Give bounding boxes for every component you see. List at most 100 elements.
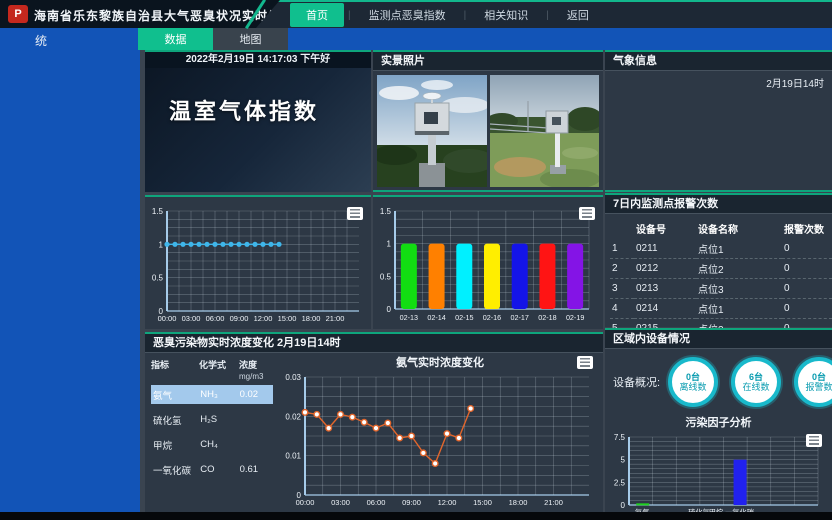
odor-row[interactable]: 氨气NH₃0.02 xyxy=(151,385,273,404)
svg-text:18:00: 18:00 xyxy=(302,314,321,323)
svg-text:5: 5 xyxy=(621,456,626,465)
greenhouse-banner: 温室气体指数 xyxy=(145,68,371,192)
table-row: 30213点位30 xyxy=(610,279,832,299)
table-row: 20212点位20 xyxy=(610,259,832,279)
svg-text:09:00: 09:00 xyxy=(230,314,249,323)
col-device-id: 设备号 xyxy=(634,218,696,239)
panel-odor-concentration: 恶臭污染物实时浓度变化 2月19日14时 指标 化学式 浓度 mg/m3 氨气N… xyxy=(145,332,603,512)
alarm-count-badge: 0台 报警数 xyxy=(794,357,832,407)
svg-text:03:00: 03:00 xyxy=(331,498,350,507)
ammonia-realtime-chart: 00.010.020.0300:0003:0006:0009:0012:0015… xyxy=(277,371,599,509)
svg-text:15:00: 15:00 xyxy=(473,498,492,507)
nav-item-knowledge[interactable]: 相关知识 xyxy=(470,4,542,26)
svg-text:02-15: 02-15 xyxy=(455,313,473,322)
chart-menu-icon[interactable] xyxy=(806,434,822,447)
nav-item-home[interactable]: 首页 xyxy=(290,3,344,27)
svg-text:21:00: 21:00 xyxy=(544,498,563,507)
device-overview-row: 设备概况: 0台 离线数 6台 在线数 0台 报警数 xyxy=(605,349,832,409)
greenhouse-index-chart: 00.511.500:0003:0006:0009:0012:0015:0018… xyxy=(147,203,367,325)
weekly-index-chart: 00.511.502-1302-1402-1502-1602-1702-1802… xyxy=(375,203,599,325)
svg-text:21:00: 21:00 xyxy=(326,314,345,323)
site-photo-1-image xyxy=(377,75,487,187)
odor-row[interactable]: 甲烷CH₄ xyxy=(151,435,273,454)
chart-menu-icon[interactable] xyxy=(577,356,593,369)
svg-text:18:00: 18:00 xyxy=(509,498,528,507)
sub-bar: 统 数据 地图 xyxy=(0,28,832,50)
svg-text:02-17: 02-17 xyxy=(511,313,529,322)
svg-text:7.5: 7.5 xyxy=(614,433,626,442)
svg-text:00:00: 00:00 xyxy=(296,498,315,507)
nav-separator: | xyxy=(546,10,549,21)
svg-text:0: 0 xyxy=(621,501,626,510)
chart-menu-icon[interactable] xyxy=(579,207,595,220)
app-logo-icon: P xyxy=(8,5,28,23)
odor-col-concentration: 浓度 mg/m3 xyxy=(239,358,273,381)
table-row: 40214点位10 xyxy=(610,299,832,319)
pollution-analysis-title: 污染因子分析 xyxy=(605,414,832,430)
bottom-bar xyxy=(0,512,832,520)
col-alarm-count: 报警次数 xyxy=(782,218,832,239)
svg-text:2.5: 2.5 xyxy=(614,478,626,487)
svg-text:06:00: 06:00 xyxy=(367,498,386,507)
col-device-name: 设备名称 xyxy=(696,218,782,239)
panel-region-devices: 区域内设备情况 设备概况: 0台 离线数 6台 在线数 0台 报警数 xyxy=(605,328,832,512)
alarm-panel-title: 7日内监测点报警次数 xyxy=(605,195,832,214)
chart-menu-icon[interactable] xyxy=(347,207,363,220)
svg-text:02-19: 02-19 xyxy=(566,313,584,322)
ammonia-chart-area: 氨气实时浓度变化 00.010.020.0300:0003:0006:0009:… xyxy=(277,353,603,511)
odor-col-formula: 化学式 xyxy=(199,358,239,381)
device-overview-label: 设备概况: xyxy=(613,374,660,390)
app-title-wrapped: 统 xyxy=(35,32,47,49)
datetime-text: 2022年2月19日 14:17:03 下午好 xyxy=(145,52,371,68)
svg-text:0.5: 0.5 xyxy=(152,274,164,283)
svg-text:0.5: 0.5 xyxy=(380,272,392,281)
tab-data[interactable]: 数据 xyxy=(138,28,213,50)
online-count-badge: 6台 在线数 xyxy=(731,357,781,407)
ammonia-chart-title: 氨气实时浓度变化 xyxy=(396,354,484,370)
svg-text:1.5: 1.5 xyxy=(152,207,164,216)
panel-alarm-table: 7日内监测点报警次数 设备号 设备名称 报警次数 10211点位1020212点… xyxy=(605,193,832,327)
odor-panel-title: 恶臭污染物实时浓度变化 2月19日14时 xyxy=(145,334,603,353)
panel-weekly-bar-chart: 00.511.502-1302-1402-1502-1602-1702-1802… xyxy=(373,195,603,329)
svg-text:02-16: 02-16 xyxy=(483,313,501,322)
svg-text:0.03: 0.03 xyxy=(285,373,301,382)
svg-text:03:00: 03:00 xyxy=(182,314,201,323)
weather-timestamp: 2月19日14时 xyxy=(605,71,832,94)
odor-table-header: 指标 化学式 浓度 mg/m3 xyxy=(151,358,273,381)
svg-text:02-13: 02-13 xyxy=(400,313,418,322)
site-photo-1[interactable] xyxy=(377,75,487,187)
main-nav: 首页 | 监测点恶臭指数 | 相关知识 | 返回 xyxy=(256,0,832,28)
panel-photos: 实景照片 xyxy=(373,50,603,192)
svg-text:1: 1 xyxy=(387,240,392,249)
view-tabs: 数据 地图 xyxy=(138,28,288,50)
main-content: 2022年2月19日 14:17:03 下午好 温室气体指数 实景照片 xyxy=(140,50,832,512)
odor-row[interactable]: 硫化氢H₂S xyxy=(151,410,273,429)
nav-item-odor-index[interactable]: 监测点恶臭指数 xyxy=(355,4,460,26)
tab-map[interactable]: 地图 xyxy=(213,28,288,50)
svg-text:0: 0 xyxy=(387,305,392,314)
photos-panel-title: 实景照片 xyxy=(373,52,603,71)
site-photo-2-image xyxy=(490,75,600,187)
odor-row[interactable]: 一氧化碳CO0.61 xyxy=(151,460,273,479)
nav-separator: | xyxy=(464,10,467,21)
svg-text:0.02: 0.02 xyxy=(285,412,301,421)
device-stat-circles: 0台 离线数 6台 在线数 0台 报警数 xyxy=(668,357,832,407)
greenhouse-title: 温室气体指数 xyxy=(145,68,371,126)
devices-panel-title: 区域内设备情况 xyxy=(605,330,832,349)
svg-text:1: 1 xyxy=(159,240,164,249)
site-photo-2[interactable] xyxy=(490,75,600,187)
weather-panel-title: 气象信息 xyxy=(605,52,832,71)
svg-text:06:00: 06:00 xyxy=(206,314,225,323)
svg-text:15:00: 15:00 xyxy=(278,314,297,323)
pollution-factor-chart: 02.557.5氨气硫化氢甲烷一氧化碳 xyxy=(609,432,826,518)
odor-table: 指标 化学式 浓度 mg/m3 氨气NH₃0.02 硫化氢H₂S 甲烷CH₄ 一氧化碳… xyxy=(145,353,277,511)
panel-greenhouse-index: 2022年2月19日 14:17:03 下午好 温室气体指数 xyxy=(145,50,371,192)
svg-text:0.01: 0.01 xyxy=(285,452,301,461)
panel-index-line-chart: 00.511.500:0003:0006:0009:0012:0015:0018… xyxy=(145,195,371,329)
alarm-table-header: 设备号 设备名称 报警次数 xyxy=(610,218,832,239)
dashboard-screen: P 海南省乐东黎族自治县大气恶臭状况实时发布系 首页 | 监测点恶臭指数 | 相… xyxy=(0,0,832,520)
panel-weather: 气象信息 2月19日14时 xyxy=(605,50,832,192)
offline-count-badge: 0台 离线数 xyxy=(668,357,718,407)
nav-item-back[interactable]: 返回 xyxy=(553,4,603,26)
svg-text:12:00: 12:00 xyxy=(254,314,273,323)
